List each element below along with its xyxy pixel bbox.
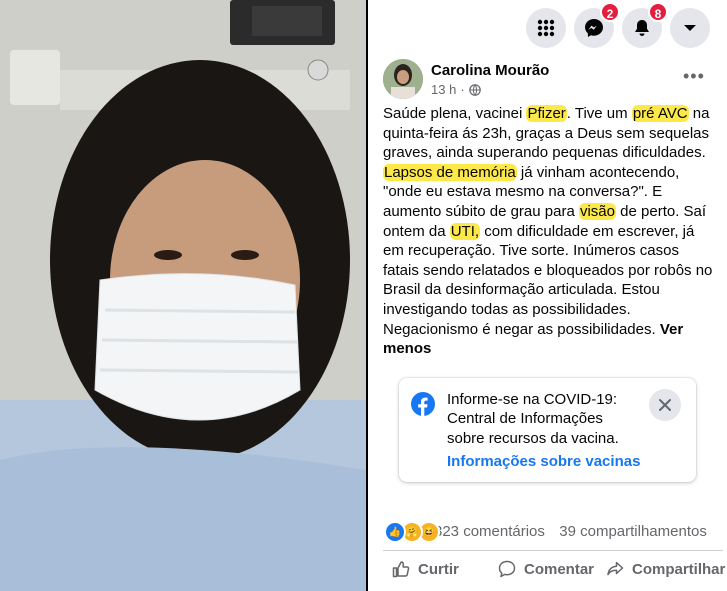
actions-divider — [383, 550, 723, 551]
reaction-summary[interactable]: 👍 🤗 😆 — [384, 521, 440, 543]
caret-down-icon — [684, 25, 696, 31]
comment-button[interactable]: Comentar — [498, 560, 594, 578]
highlighted-phrase: Lapsos de memória — [383, 163, 517, 181]
messenger-button[interactable]: 2 — [574, 2, 620, 48]
notifications-button[interactable]: 8 — [622, 2, 668, 48]
highlighted-phrase: pré AVC — [631, 105, 689, 122]
comments-count[interactable]: 323 comentários — [434, 523, 545, 540]
vaccine-info-link[interactable]: Informações sobre vacinas — [447, 453, 640, 470]
covid-info-card: Informe-se na COVID-19: Central de Infor… — [399, 378, 696, 482]
selfie-image — [0, 0, 366, 591]
share-button[interactable]: Compartilhar — [606, 560, 725, 578]
comment-label: Comentar — [524, 560, 595, 578]
post-time[interactable]: 13 h — [431, 82, 456, 97]
menu-grid-icon — [537, 19, 555, 37]
share-icon — [607, 561, 624, 576]
author-avatar[interactable] — [383, 59, 423, 99]
top-navigation: 2 8 — [368, 0, 727, 52]
post-panel: 2 8 Carolina Mourão 13 h · ••• Saúde ple… — [368, 0, 727, 591]
post-photo[interactable] — [0, 0, 366, 591]
thumbs-up-icon — [392, 561, 410, 578]
post-meta: 13 h · — [431, 82, 481, 97]
shares-count[interactable]: 39 compartilhamentos — [559, 523, 707, 540]
author-name[interactable]: Carolina Mourão — [431, 62, 549, 79]
account-menu-button[interactable] — [670, 8, 710, 48]
post-options-button[interactable]: ••• — [683, 66, 705, 87]
post-text-segment: Saúde plena, vacinei — [383, 105, 527, 122]
close-icon — [659, 399, 671, 411]
messenger-icon — [585, 19, 603, 37]
facebook-icon — [411, 392, 435, 416]
highlighted-phrase: Pfizer — [526, 105, 567, 122]
notifications-badge: 8 — [648, 2, 668, 22]
highlighted-phrase: visão — [578, 202, 616, 220]
engagement-counts: 323 comentários 39 compartilhamentos — [434, 523, 707, 540]
meta-separator: · — [460, 82, 465, 97]
menu-button[interactable] — [526, 8, 566, 48]
bell-icon — [635, 20, 649, 36]
share-label: Compartilhar — [632, 560, 726, 578]
like-icon: 👍 — [384, 521, 406, 543]
messenger-badge: 2 — [600, 2, 620, 22]
globe-icon — [468, 83, 481, 96]
info-card-close-button[interactable] — [649, 389, 681, 421]
info-card-text: Informe-se na COVID-19: Central de Infor… — [447, 391, 619, 447]
comment-icon — [498, 560, 516, 578]
post-text-segment: . Tive um — [566, 105, 632, 122]
highlighted-phrase: UTI, — [449, 222, 481, 240]
like-button[interactable]: Curtir — [392, 560, 459, 578]
avatar-image — [383, 59, 423, 99]
post-text: Saúde plena, vacinei Pfizer. Tive um pré… — [383, 104, 713, 359]
like-label: Curtir — [418, 560, 459, 578]
